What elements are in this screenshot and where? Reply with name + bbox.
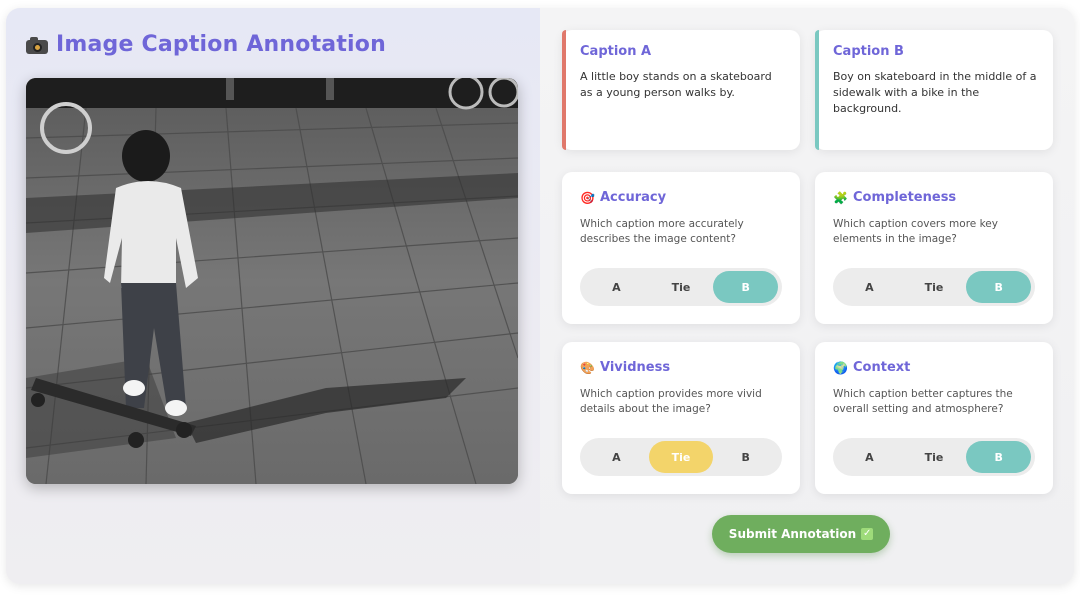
choice-group: A Tie B [833, 438, 1035, 476]
criterion-title: Context [853, 360, 911, 375]
choice-tie-button[interactable]: Tie [648, 441, 714, 473]
criterion-accuracy: 🎯 Accuracy Which caption more accurately… [562, 172, 800, 324]
image-panel: Image Caption Annotation [6, 8, 540, 584]
criterion-title: Vividness [600, 360, 671, 375]
caption-b-card: Caption B Boy on skateboard in the middl… [815, 30, 1053, 150]
choice-b-button[interactable]: B [966, 441, 1032, 473]
caption-a-title: Caption A [580, 44, 652, 59]
criterion-title: Completeness [853, 190, 957, 205]
choice-b-button[interactable]: B [713, 271, 779, 303]
caption-b-title: Caption B [833, 44, 904, 59]
choice-tie-button[interactable]: Tie [902, 271, 967, 303]
criterion-question: Which caption better captures the overal… [833, 388, 1013, 415]
choice-tie-button[interactable]: Tie [649, 271, 714, 303]
check-icon: ✓ [861, 528, 874, 540]
caption-a-text: A little boy stands on a skateboard as a… [580, 70, 772, 99]
caption-b-text: Boy on skateboard in the middle of a sid… [833, 70, 1037, 115]
submit-annotation-button[interactable]: Submit Annotation ✓ [712, 515, 890, 553]
header: Image Caption Annotation [26, 32, 386, 57]
globe-icon: 🌍 [833, 360, 848, 375]
camera-icon [26, 36, 48, 54]
puzzle-icon: 🧩 [833, 190, 848, 205]
caption-a-card: Caption A A little boy stands on a skate… [562, 30, 800, 150]
criterion-question: Which caption covers more key elements i… [833, 218, 998, 245]
submit-label: Submit Annotation [728, 527, 857, 541]
target-icon: 🎯 [580, 190, 595, 205]
palette-icon: 🎨 [580, 360, 595, 375]
annotation-image [26, 78, 518, 484]
criterion-question: Which caption more accurately describes … [580, 218, 744, 245]
choice-a-button[interactable]: A [584, 441, 649, 473]
criterion-context: 🌍 Context Which caption better captures … [815, 342, 1053, 494]
choice-a-button[interactable]: A [584, 271, 649, 303]
choice-a-button[interactable]: A [837, 271, 902, 303]
choice-a-button[interactable]: A [837, 441, 902, 473]
choice-b-button[interactable]: B [966, 271, 1032, 303]
criterion-title: Accuracy [600, 190, 667, 205]
caption-a-accent [562, 30, 566, 150]
choice-tie-button[interactable]: Tie [902, 441, 967, 473]
page-title: Image Caption Annotation [56, 32, 386, 57]
choice-b-button[interactable]: B [713, 441, 778, 473]
criterion-vividness: 🎨 Vividness Which caption provides more … [562, 342, 800, 494]
choice-group: A Tie B [580, 438, 782, 476]
choice-group: A Tie B [833, 268, 1035, 306]
criterion-question: Which caption provides more vivid detail… [580, 388, 762, 415]
caption-b-accent [815, 30, 819, 150]
choice-group: A Tie B [580, 268, 782, 306]
criterion-completeness: 🧩 Completeness Which caption covers more… [815, 172, 1053, 324]
